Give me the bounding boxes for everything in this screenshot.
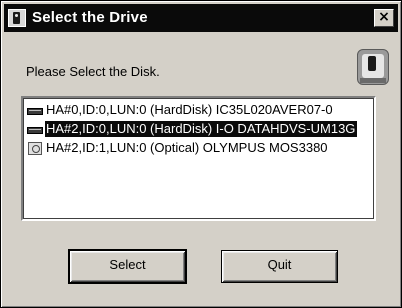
drive-list-item[interactable]: HA#0,ID:0,LUN:0 (HardDisk) IC35L020AVER0…: [26, 101, 335, 119]
window-title: Select the Drive: [32, 9, 148, 26]
drive-list-item-selected[interactable]: HA#2,ID:0,LUN:0 (HardDisk) I-O DATAHDVS-…: [26, 120, 359, 138]
app-camera-icon: [8, 9, 26, 27]
drive-list-item[interactable]: HA#2,ID:1,LUN:0 (Optical) OLYMPUS MOS338…: [26, 139, 330, 157]
drive-listbox[interactable]: HA#0,ID:0,LUN:0 (HardDisk) IC35L020AVER0…: [21, 96, 376, 221]
quit-button[interactable]: Quit: [221, 250, 338, 283]
harddisk-icon: [26, 103, 44, 117]
drive-label: HA#0,ID:0,LUN:0 (HardDisk) IC35L020AVER0…: [46, 102, 333, 117]
select-button[interactable]: Select: [68, 249, 187, 284]
select-drive-dialog: Select the Drive × Please Select the Dis…: [0, 0, 402, 308]
prompt-label: Please Select the Disk.: [26, 64, 160, 79]
drive-label: HA#2,ID:0,LUN:0 (HardDisk) I-O DATAHDVS-…: [43, 120, 359, 138]
harddisk-icon: [26, 122, 44, 136]
close-button[interactable]: ×: [374, 9, 394, 27]
drive-label: HA#2,ID:1,LUN:0 (Optical) OLYMPUS MOS338…: [46, 140, 328, 155]
title-bar[interactable]: Select the Drive ×: [4, 4, 398, 32]
optical-drive-icon: [26, 141, 44, 155]
app-logo-icon: [357, 49, 389, 85]
